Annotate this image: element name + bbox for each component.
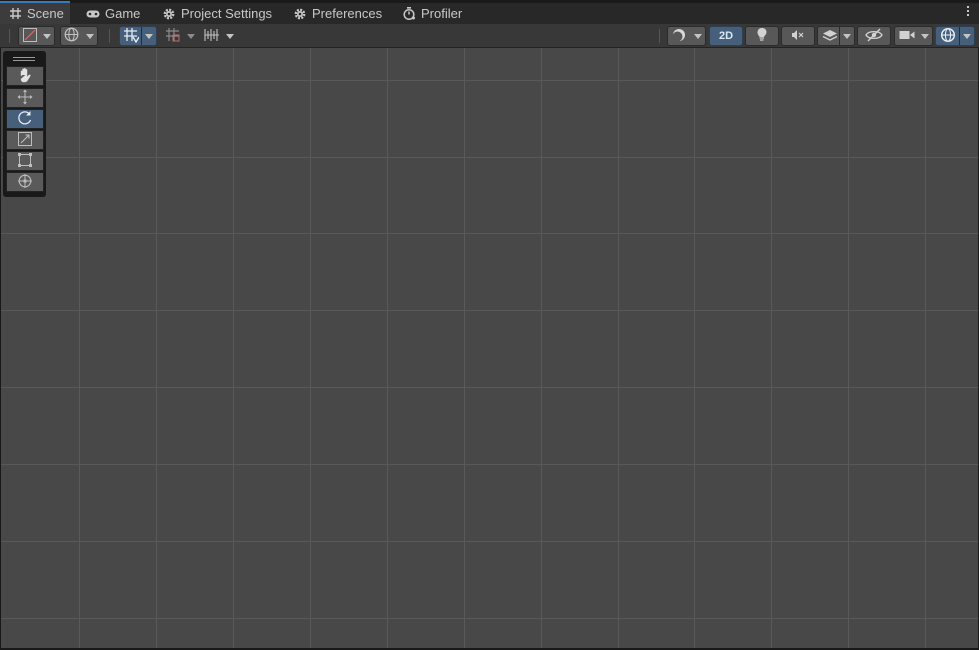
gizmos-dropdown[interactable] [935,26,975,46]
transform-icon [17,173,33,192]
move-arrows-icon [17,89,33,108]
layers-icon [822,28,838,45]
effects-dropdown[interactable] [817,26,855,46]
tab-game[interactable]: Game [86,3,140,24]
tools-overlay-panel [3,51,46,197]
toggle-2d-label: 2D [718,30,734,42]
grid-snapping-toggle[interactable] [119,26,157,46]
gamepad-icon [86,7,100,21]
rect-icon [18,152,32,170]
ruler-dropdown[interactable] [200,26,238,46]
scale-tool[interactable] [6,130,44,150]
scene-viewport[interactable] [1,48,978,648]
tab-label: Project Settings [181,6,273,21]
rotate-tool[interactable] [6,109,44,129]
grid-hash-icon [8,7,22,21]
scale-icon [18,131,32,149]
toolbar-separator [9,29,10,43]
scene-visibility-toggle[interactable] [857,26,891,46]
tab-scene[interactable]: Scene [0,1,70,24]
hidden-eye-icon [865,28,883,45]
window-tab-bar: Scene Game Project Settings Preferences … [0,0,979,24]
audio-toggle[interactable] [781,26,815,46]
chevron-down-icon [843,33,851,39]
tab-label: Game [105,6,141,21]
stopwatch-icon [402,7,416,21]
lighting-toggle[interactable] [745,26,779,46]
snap-increment-icon [165,27,181,46]
chevron-down-icon [226,33,234,39]
global-local-dropdown[interactable] [60,26,98,46]
ruler-icon [204,28,220,45]
increment-snap-dropdown[interactable] [161,26,199,46]
scene-toolbar: 2D [0,24,979,48]
chevron-down-icon [145,33,153,39]
chevron-down-icon [963,33,971,39]
tab-profiler[interactable]: Profiler [402,3,462,24]
toolbar-separator [109,29,110,43]
rotate-icon [17,110,33,129]
hand-icon [17,67,33,86]
scene-grid [1,48,978,648]
chevron-down-icon [187,33,195,39]
sphere-icon [672,28,686,45]
drag-handle-icon[interactable] [13,57,35,63]
rect-tool[interactable] [6,151,44,171]
toolbar-separator [659,29,660,43]
hand-tool[interactable] [6,66,44,86]
grid-snap-icon [123,27,140,46]
chevron-down-icon [694,33,702,39]
draw-mode-dropdown[interactable] [18,26,55,46]
shading-mode-dropdown[interactable] [667,26,706,46]
tab-label: Scene [27,6,64,21]
chevron-down-icon [43,33,51,39]
mute-speaker-icon [791,29,805,44]
camera-dropdown[interactable] [894,26,933,46]
gear-icon [293,7,307,21]
tab-label: Preferences [312,6,383,21]
gear-icon [162,7,176,21]
gizmo-globe-icon [940,27,956,46]
tab-preferences[interactable]: Preferences [293,3,382,24]
globe-icon [64,27,79,45]
toggle-2d-button[interactable]: 2D [709,26,743,46]
chevron-down-icon [921,33,929,39]
camera-icon [899,29,915,44]
tab-label: Profiler [421,6,463,21]
more-options-icon[interactable] [967,6,969,16]
tab-project-settings[interactable]: Project Settings [162,3,272,24]
transform-tool[interactable] [6,172,44,192]
bulb-icon [756,27,768,45]
move-tool[interactable] [6,88,44,108]
shaded-box-icon [23,27,37,45]
chevron-down-icon [86,33,94,39]
